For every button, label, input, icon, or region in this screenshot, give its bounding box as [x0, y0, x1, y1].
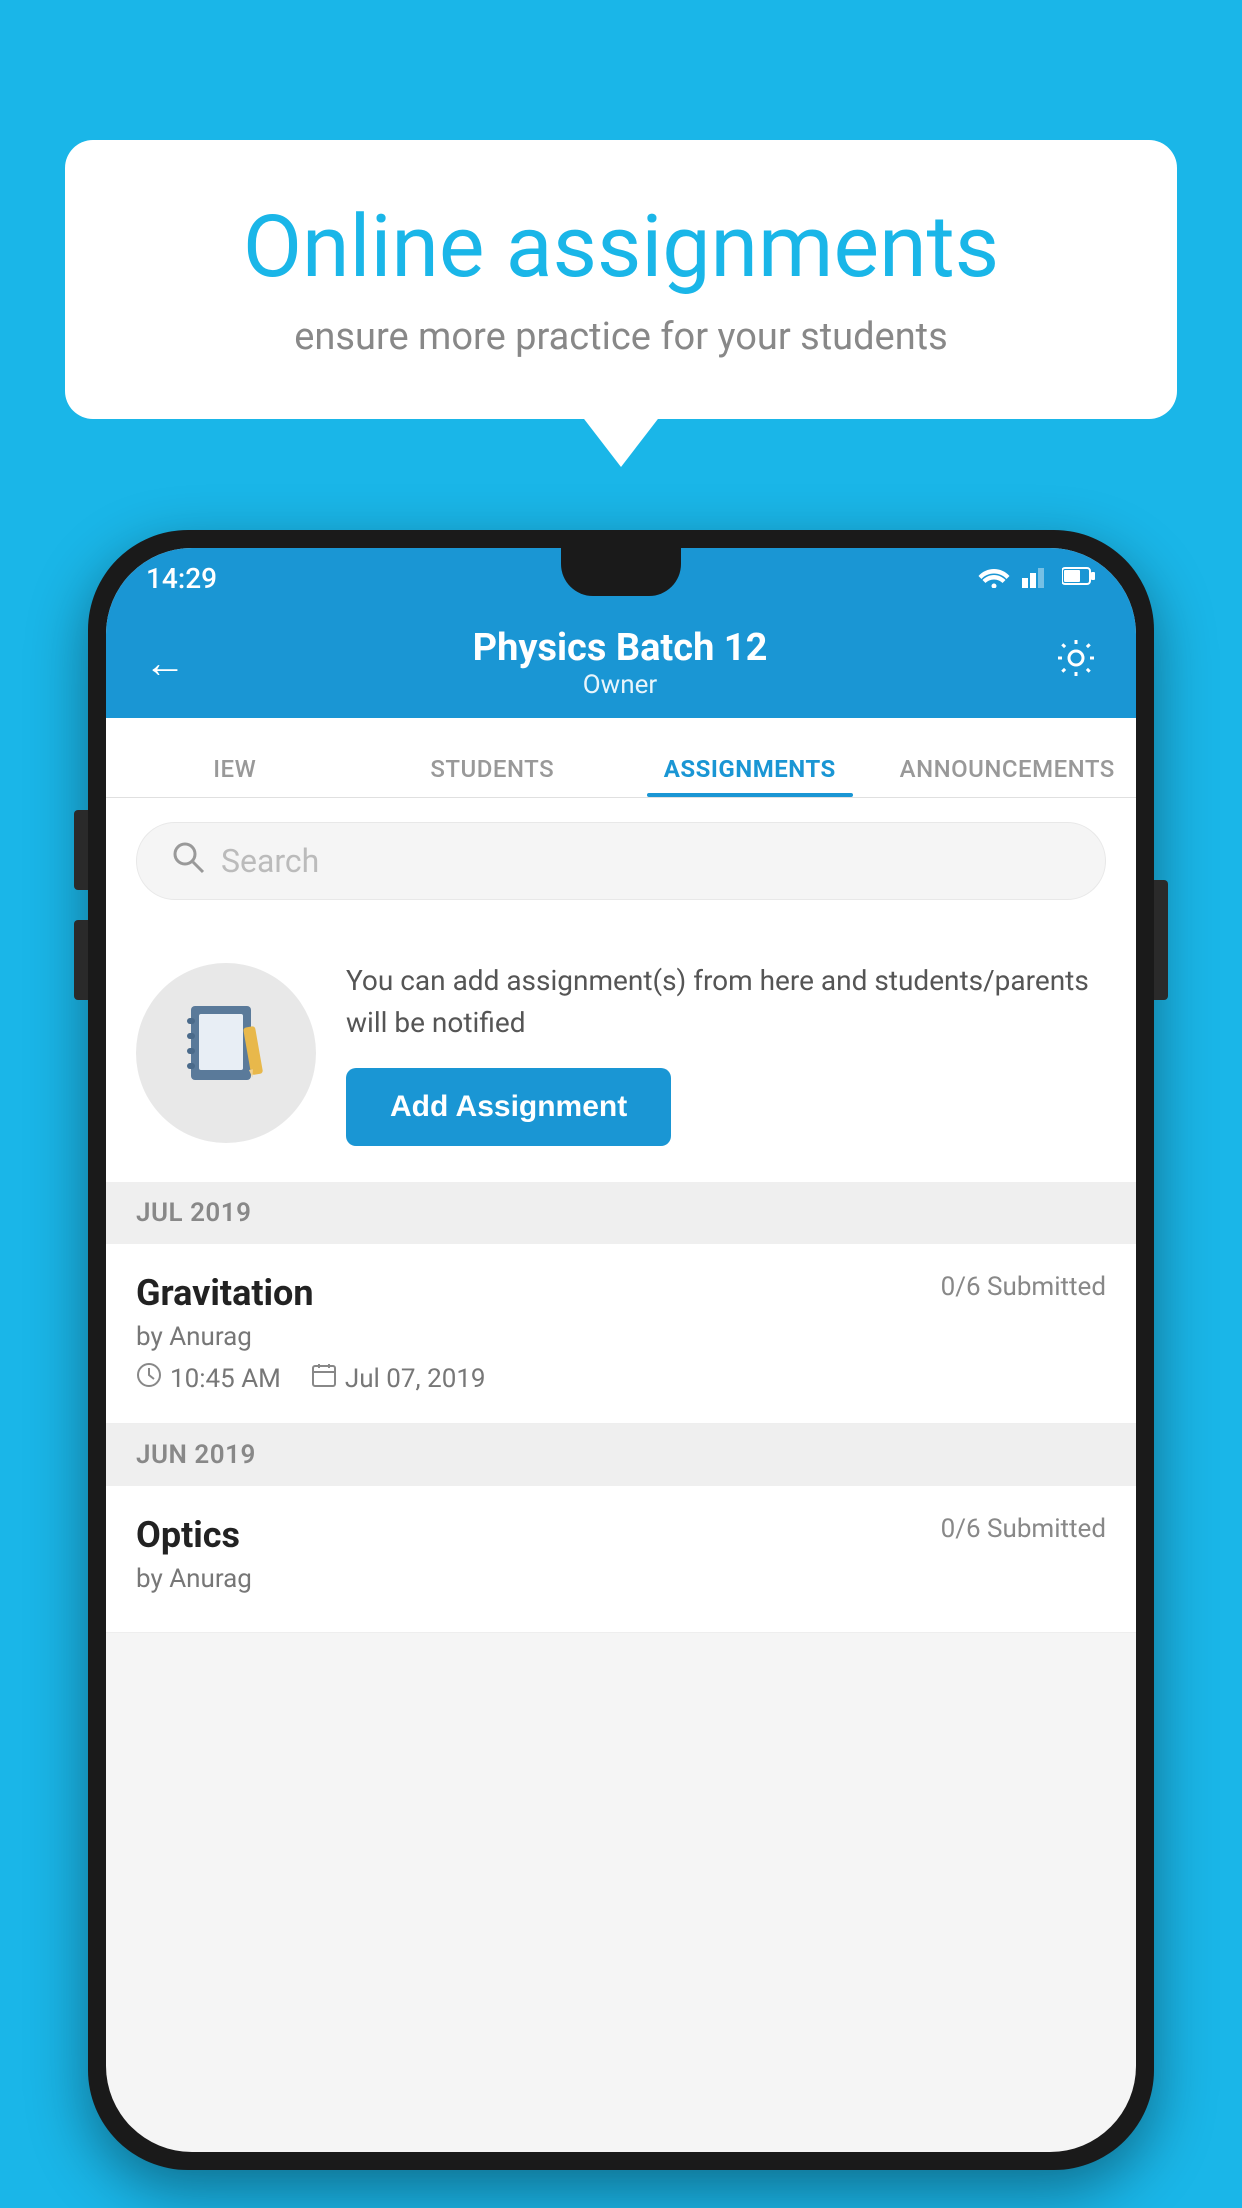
volume-down-button — [74, 920, 88, 1000]
tab-iew[interactable]: IEW — [106, 755, 364, 797]
battery-icon — [1062, 566, 1096, 590]
assignment-item-gravitation[interactable]: Gravitation 0/6 Submitted by Anurag — [106, 1244, 1136, 1424]
app-header: ← Physics Batch 12 Owner — [106, 608, 1136, 718]
speech-bubble: Online assignments ensure more practice … — [65, 140, 1177, 419]
signal-icon — [1022, 564, 1050, 592]
notebook-icon — [181, 998, 271, 1108]
wifi-icon — [978, 564, 1010, 592]
add-assignment-button[interactable]: Add Assignment — [346, 1068, 671, 1146]
search-icon — [171, 840, 205, 883]
assignment-row-top-optics: Optics 0/6 Submitted — [136, 1514, 1106, 1556]
promo-icon-wrap — [136, 963, 316, 1143]
status-time: 14:29 — [146, 562, 217, 595]
assignment-author-optics: by Anurag — [136, 1564, 1106, 1594]
promo-section: You can add assignment(s) from here and … — [106, 924, 1136, 1182]
clock-icon — [136, 1362, 162, 1395]
search-placeholder: Search — [221, 842, 319, 880]
meta-time: 10:45 AM — [136, 1362, 281, 1395]
assignment-time: 10:45 AM — [170, 1364, 281, 1394]
tabs-bar: IEW STUDENTS ASSIGNMENTS ANNOUNCEMENTS — [106, 718, 1136, 798]
header-title: Physics Batch 12 — [473, 626, 768, 670]
phone-container: 14:29 — [88, 530, 1154, 2170]
assignment-item-optics[interactable]: Optics 0/6 Submitted by Anurag — [106, 1486, 1136, 1633]
promo-content: You can add assignment(s) from here and … — [346, 960, 1106, 1146]
search-bar[interactable]: Search — [136, 822, 1106, 900]
settings-icon[interactable] — [1054, 636, 1098, 690]
section-header-jun: JUN 2019 — [106, 1424, 1136, 1486]
assignment-meta-gravitation: 10:45 AM Jul 07, 201 — [136, 1362, 1106, 1395]
tab-students[interactable]: STUDENTS — [364, 755, 622, 797]
assignment-name-gravitation: Gravitation — [136, 1272, 314, 1314]
volume-up-button — [74, 810, 88, 890]
screen-content: ← Physics Batch 12 Owner — [106, 608, 1136, 2152]
status-icons — [978, 564, 1096, 592]
speech-bubble-container: Online assignments ensure more practice … — [65, 140, 1177, 419]
phone-notch — [561, 548, 681, 596]
back-button[interactable]: ← — [144, 639, 186, 688]
calendar-icon — [311, 1362, 337, 1395]
phone-screen: 14:29 — [106, 548, 1136, 2152]
search-container: Search — [106, 798, 1136, 924]
assignment-row-top: Gravitation 0/6 Submitted — [136, 1272, 1106, 1314]
phone-outer: 14:29 — [88, 530, 1154, 2170]
assignment-status-gravitation: 0/6 Submitted — [941, 1272, 1106, 1302]
assignment-author-gravitation: by Anurag — [136, 1322, 1106, 1352]
promo-description: You can add assignment(s) from here and … — [346, 960, 1106, 1044]
bubble-title: Online assignments — [145, 200, 1097, 295]
section-header-jul: JUL 2019 — [106, 1182, 1136, 1244]
tab-assignments[interactable]: ASSIGNMENTS — [621, 755, 879, 797]
assignment-status-optics: 0/6 Submitted — [941, 1514, 1106, 1544]
header-center: Physics Batch 12 Owner — [473, 626, 768, 700]
section-label-jul: JUL 2019 — [136, 1198, 252, 1228]
bubble-subtitle: ensure more practice for your students — [145, 315, 1097, 359]
assignment-name-optics: Optics — [136, 1514, 240, 1556]
assignment-date: Jul 07, 2019 — [345, 1364, 486, 1394]
tab-announcements[interactable]: ANNOUNCEMENTS — [879, 755, 1137, 797]
header-subtitle: Owner — [473, 670, 768, 700]
section-label-jun: JUN 2019 — [136, 1440, 256, 1470]
power-button — [1154, 880, 1168, 1000]
meta-date: Jul 07, 2019 — [311, 1362, 486, 1395]
